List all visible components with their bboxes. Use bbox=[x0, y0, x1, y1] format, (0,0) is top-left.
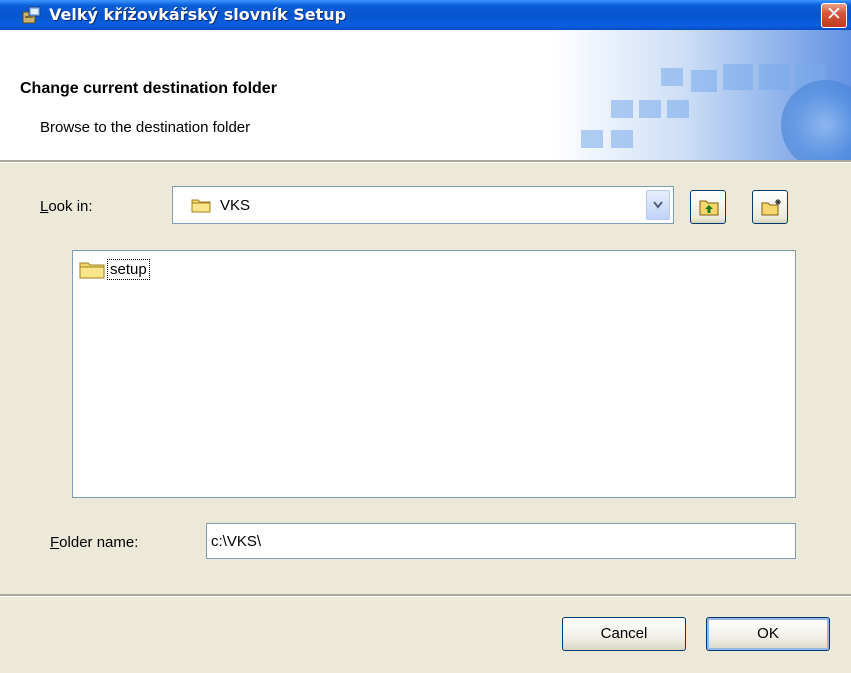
header-title: Change current destination folder bbox=[20, 80, 277, 97]
footer-divider bbox=[0, 594, 851, 597]
look-in-dropdown[interactable]: VKS bbox=[172, 186, 674, 224]
close-button[interactable]: ✕ bbox=[821, 3, 847, 28]
header-divider bbox=[0, 160, 851, 163]
folder-name-label: Folder name: bbox=[50, 534, 138, 551]
setup-dialog: Velký křížovkářský slovník Setup ✕ Chang… bbox=[0, 0, 851, 673]
folder-icon bbox=[79, 262, 105, 279]
title-bar[interactable]: Velký křížovkářský slovník Setup ✕ bbox=[0, 0, 851, 30]
folder-name-label-text: older name: bbox=[59, 534, 139, 551]
dropdown-button[interactable] bbox=[646, 190, 670, 220]
window-title: Velký křížovkářský slovník Setup bbox=[49, 5, 347, 24]
chevron-down-icon bbox=[653, 201, 663, 209]
folder-icon bbox=[191, 197, 211, 213]
up-one-level-button[interactable] bbox=[690, 190, 726, 224]
look-in-value: VKS bbox=[220, 197, 251, 214]
folder-up-icon bbox=[699, 200, 719, 216]
installer-icon bbox=[22, 6, 42, 24]
folder-list[interactable]: setup bbox=[72, 250, 796, 498]
banner-art bbox=[551, 30, 851, 160]
folder-name-input[interactable] bbox=[206, 523, 796, 559]
header-subtitle: Browse to the destination folder bbox=[40, 119, 251, 136]
new-folder-icon bbox=[761, 199, 781, 216]
ok-button[interactable]: OK bbox=[706, 617, 830, 651]
close-icon: ✕ bbox=[826, 3, 842, 25]
folder-name-accel: F bbox=[50, 534, 60, 551]
new-folder-button[interactable] bbox=[752, 190, 788, 224]
look-in-label-text: ook in: bbox=[48, 198, 93, 215]
folder-item-label: setup bbox=[107, 259, 150, 280]
cancel-button[interactable]: Cancel bbox=[562, 617, 686, 651]
look-in-label: Look in: bbox=[40, 198, 93, 215]
header-banner: Change current destination folder Browse… bbox=[0, 30, 851, 160]
